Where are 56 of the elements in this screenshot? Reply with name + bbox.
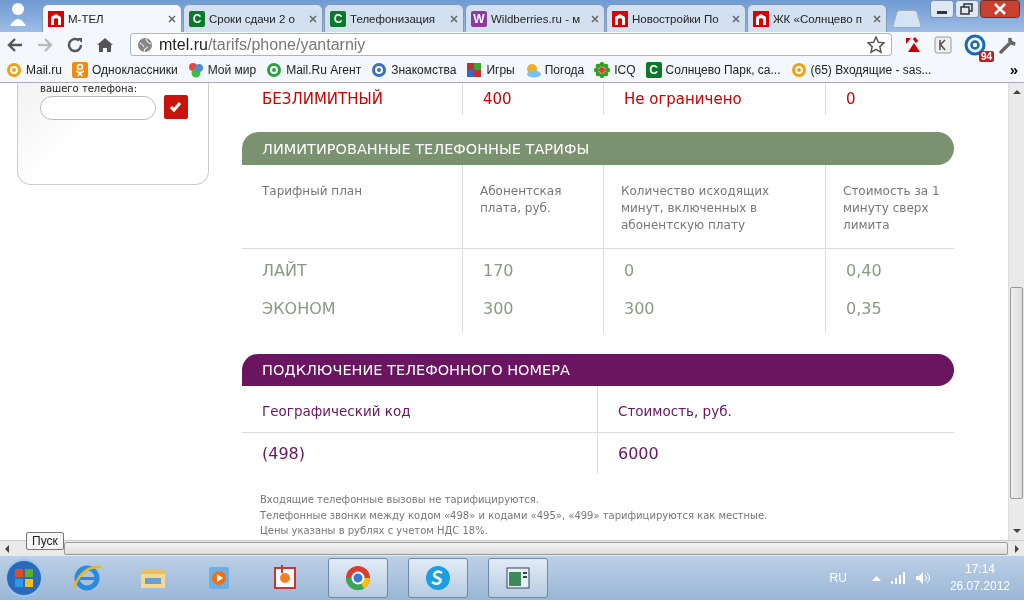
address-field[interactable]: mtel.ru/tarifs/phone/yantarniy [130, 33, 892, 56]
table-cell: 0,35 [825, 291, 954, 333]
field-label: вашего телефона: [40, 83, 139, 95]
more-bookmarks-button[interactable]: » [1009, 61, 1018, 78]
bookmark[interactable]: Мой мир [187, 61, 257, 78]
tooltip: Пуск [26, 532, 64, 550]
tab-title: ЖК «Солнцево п [773, 12, 864, 25]
table-cell: Не ограничено [603, 83, 825, 115]
browser-tab[interactable]: С Телефонизация [324, 4, 464, 32]
table-cell-text: ЭКОНОМ [261, 298, 337, 320]
table-cell: 0 [825, 83, 954, 115]
table-cell-text: (498) [261, 443, 307, 465]
table-cell: 300 [603, 291, 825, 333]
bookmark[interactable]: Mail.Ru Агент [266, 61, 362, 78]
table-cell: 0,40 [825, 249, 954, 291]
table-cell: 400 [462, 83, 603, 115]
table-cell: 300 [462, 291, 603, 333]
bookmark[interactable]: С Солнцево Парк, са... [645, 61, 781, 78]
column-header: Стоимость, руб. [597, 386, 954, 433]
tab-title: М-ТЕЛ [68, 12, 105, 25]
site-icon: W [471, 10, 487, 27]
browser-tab[interactable]: Новостройки По [606, 4, 746, 32]
tab-title: Телефонизация [350, 12, 437, 25]
table-cell: 0 [603, 249, 825, 291]
table-cell-text: БЕЗЛИМИТНЫЙ [261, 88, 384, 110]
browser-tab[interactable]: W Wildberries.ru - м [465, 4, 605, 32]
section-header: ЛИМИТИРОВАННЫЕ ТЕЛЕФОННЫЕ ТАРИФЫ [242, 132, 954, 165]
tab-title: Wildberries.ru - м [491, 12, 582, 25]
tab-title: Новостройки По [632, 12, 720, 25]
column-header: Абонентская плата, руб. [462, 165, 603, 249]
bookmark[interactable]: ICQ [594, 61, 636, 78]
column-header: Стоимость за 1 минуту сверх лимита [825, 165, 954, 249]
bookmark[interactable]: (65) Входящие - sas... [790, 61, 932, 78]
footnote: Входящие телефонные вызовы не тарифицируются. [260, 493, 540, 507]
table-cell: 6000 [597, 433, 954, 474]
bookmark[interactable]: Игры [466, 61, 515, 78]
footnote: Телефонные звонки между кодом «498» и кодами «495», «499» тарифицируются как местные. [260, 508, 769, 523]
table-cell-text: ЛАЙТ [261, 260, 308, 282]
footnote: Цены указаны в рублях с учетом НДС 18%. [260, 524, 489, 538]
site-icon: С [645, 61, 662, 78]
section-header: ПОДКЛЮЧЕНИЕ ТЕЛЕФОННОГО НОМЕРА [242, 354, 954, 386]
site-icon: С [189, 10, 205, 27]
column-header: Количество исходящих минут, включенных в абонентскую плату [603, 165, 825, 249]
browser-tab[interactable]: М-ТЕЛ [42, 4, 182, 32]
table-cell: 170 [462, 249, 603, 291]
browser-tab[interactable]: С Сроки сдачи 2 о [183, 4, 323, 32]
bookmark[interactable]: Знакомства [371, 61, 457, 78]
column-header: Тарифный план [242, 165, 462, 249]
bookmark[interactable]: Mail.ru [6, 61, 62, 78]
notification-badge: 94 [978, 50, 994, 62]
tab-title: Сроки сдачи 2 о [209, 12, 296, 25]
bookmark[interactable]: Погода [524, 61, 585, 78]
column-header: Географический код [242, 386, 597, 433]
browser-tab[interactable]: ЖК «Солнцево п [747, 4, 887, 32]
bookmark[interactable]: Одноклассники [72, 61, 178, 78]
site-icon: С [330, 10, 346, 27]
